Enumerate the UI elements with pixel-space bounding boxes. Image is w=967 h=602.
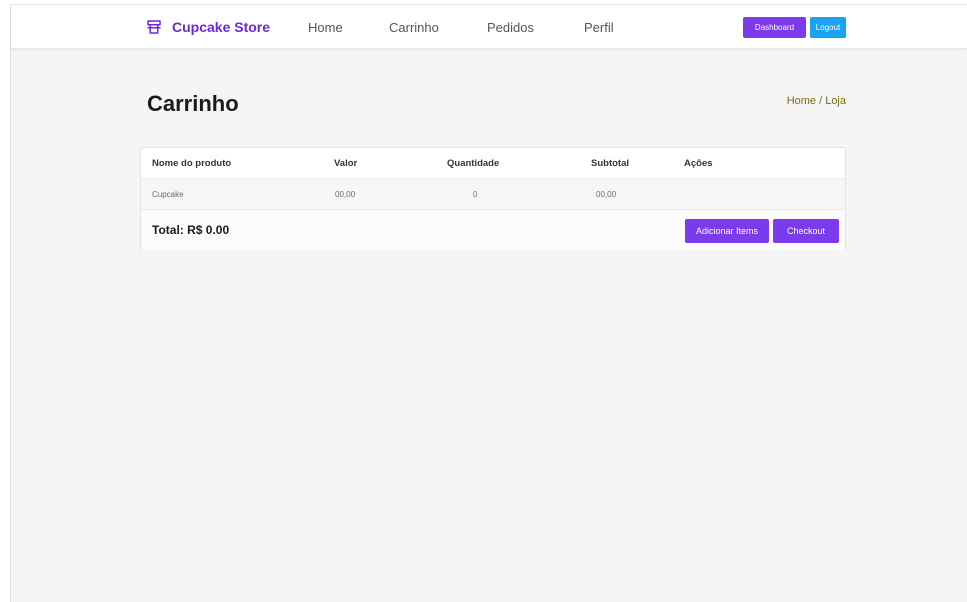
cell-subtotal: 00,00 bbox=[596, 190, 617, 199]
nav-link-perfil[interactable]: Perfil bbox=[584, 20, 614, 35]
navbar: Cupcake Store Home Carrinho Pedidos Perf… bbox=[11, 5, 967, 49]
page-title: Carrinho bbox=[147, 91, 239, 116]
column-header-quantity: Quantidade bbox=[447, 158, 500, 169]
table-header-row: Nome do produto Valor Quantidade Subtota… bbox=[141, 148, 845, 179]
column-header-value: Valor bbox=[334, 158, 358, 169]
add-items-button[interactable]: Adicionar Items bbox=[685, 219, 769, 243]
nav-link-home[interactable]: Home bbox=[308, 20, 343, 35]
app-window: Cupcake Store Home Carrinho Pedidos Perf… bbox=[10, 4, 967, 602]
checkout-button[interactable]: Checkout bbox=[773, 219, 839, 243]
breadcrumb: Home / Loja bbox=[786, 95, 846, 107]
nav-link-pedidos[interactable]: Pedidos bbox=[487, 20, 534, 35]
cupcake-icon bbox=[147, 20, 161, 34]
column-header-subtotal: Subtotal bbox=[591, 158, 629, 169]
brand-link[interactable]: Cupcake Store bbox=[145, 18, 270, 36]
cart-table: Nome do produto Valor Quantidade Subtota… bbox=[140, 147, 846, 250]
brand-name: Cupcake Store bbox=[172, 19, 271, 35]
cart-footer: Total: R$ 0.00 Adicionar Items Checkout bbox=[141, 210, 845, 250]
cart-total: Total: R$ 0.00 bbox=[152, 223, 230, 237]
column-header-actions: Ações bbox=[684, 158, 713, 169]
cell-value: 00,00 bbox=[335, 190, 356, 199]
column-header-product: Nome do produto bbox=[152, 158, 232, 169]
cell-quantity: 0 bbox=[473, 190, 478, 199]
cell-product-name: Cupcake bbox=[152, 190, 184, 199]
dashboard-button[interactable]: Dashboard bbox=[743, 17, 806, 38]
table-row: Cupcake 00,00 0 00,00 bbox=[141, 179, 845, 210]
logout-button[interactable]: Logout bbox=[810, 17, 846, 38]
nav-link-carrinho[interactable]: Carrinho bbox=[389, 20, 439, 35]
